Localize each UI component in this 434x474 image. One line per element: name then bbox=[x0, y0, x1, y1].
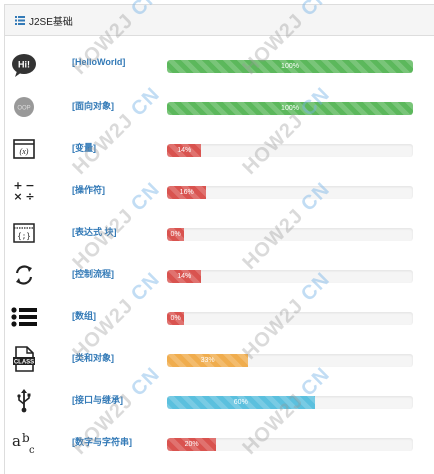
variable-window-icon: (x) bbox=[11, 136, 37, 162]
progress-fill: 60% bbox=[167, 396, 315, 409]
progress-bar: 16% bbox=[167, 186, 413, 199]
progress-fill: 14% bbox=[167, 270, 202, 283]
progress-bar: 14% bbox=[167, 144, 413, 157]
usb-icon bbox=[11, 388, 37, 414]
svg-text:{;}: {;} bbox=[17, 232, 31, 241]
course-link[interactable]: [HelloWorld] bbox=[72, 57, 125, 67]
progress-fill: 100% bbox=[167, 60, 413, 73]
course-link[interactable]: [变量] bbox=[72, 141, 96, 154]
progress-fill: 0% bbox=[167, 228, 185, 241]
course-row: [控制流程] 14% bbox=[0, 254, 432, 294]
course-row: a b c [数字与字符串] 20% bbox=[0, 422, 432, 462]
hi-speech-bubble-icon: Hi! bbox=[11, 52, 37, 78]
svg-text:b: b bbox=[22, 431, 30, 445]
course-link[interactable]: [控制流程] bbox=[72, 267, 114, 280]
bullet-list-icon bbox=[11, 304, 37, 330]
class-file-icon: CLASS bbox=[11, 346, 37, 372]
svg-text:÷: ÷ bbox=[25, 190, 34, 202]
progress-bar: 100% bbox=[167, 102, 413, 115]
math-operators-icon: + − × ÷ bbox=[11, 178, 37, 204]
progress-bar: 0% bbox=[167, 228, 413, 241]
course-row: [数组] 0% bbox=[0, 296, 432, 336]
progress-fill: 20% bbox=[167, 438, 217, 451]
oop-circle-icon: OOP bbox=[11, 94, 37, 120]
abc-text-icon: a b c bbox=[11, 430, 37, 456]
svg-text:Hi!: Hi! bbox=[18, 60, 30, 70]
course-link[interactable]: [数字与字符串] bbox=[72, 435, 132, 448]
progress-bar: 100% bbox=[167, 60, 413, 73]
panel-title: J2SE基础 bbox=[29, 16, 73, 28]
svg-text:CLASS: CLASS bbox=[14, 360, 34, 366]
progress-bar: 60% bbox=[167, 396, 413, 409]
course-row: CLASS [类和对象] 33% bbox=[0, 338, 432, 378]
course-row: {;} [表达式 块] 0% bbox=[0, 212, 432, 252]
progress-fill: 14% bbox=[167, 144, 202, 157]
course-link[interactable]: [表达式 块] bbox=[72, 225, 117, 238]
progress-fill: 100% bbox=[167, 102, 413, 115]
progress-fill: 16% bbox=[167, 186, 207, 199]
course-link[interactable]: [面向对象] bbox=[72, 99, 114, 112]
course-link[interactable]: [类和对象] bbox=[72, 351, 114, 364]
panel-heading: J2SE基础 bbox=[5, 5, 434, 36]
svg-text:c: c bbox=[29, 445, 35, 455]
course-row: Hi! [HelloWorld] 100% bbox=[0, 44, 432, 84]
svg-text:(x): (x) bbox=[20, 147, 29, 156]
code-block-window-icon: {;} bbox=[11, 220, 37, 246]
progress-fill: 0% bbox=[167, 312, 185, 325]
progress-bar: 0% bbox=[167, 312, 413, 325]
list-icon bbox=[15, 15, 25, 25]
refresh-cycle-icon bbox=[11, 262, 37, 288]
course-row: [接口与继承] 60% bbox=[0, 380, 432, 420]
progress-fill: 33% bbox=[167, 354, 249, 367]
course-link[interactable]: [操作符] bbox=[72, 183, 105, 196]
svg-text:×: × bbox=[13, 190, 22, 202]
progress-bar: 14% bbox=[167, 270, 413, 283]
course-link[interactable]: [接口与继承] bbox=[72, 393, 123, 406]
course-row: (x) [变量] 14% bbox=[0, 128, 432, 168]
course-link[interactable]: [数组] bbox=[72, 309, 96, 322]
course-row: + − × ÷ [操作符] 16% bbox=[0, 170, 432, 210]
course-row: OOP [面向对象] 100% bbox=[0, 86, 432, 126]
progress-bar: 20% bbox=[167, 438, 413, 451]
progress-bar: 33% bbox=[167, 354, 413, 367]
svg-text:a: a bbox=[12, 432, 21, 450]
svg-text:OOP: OOP bbox=[17, 106, 30, 112]
